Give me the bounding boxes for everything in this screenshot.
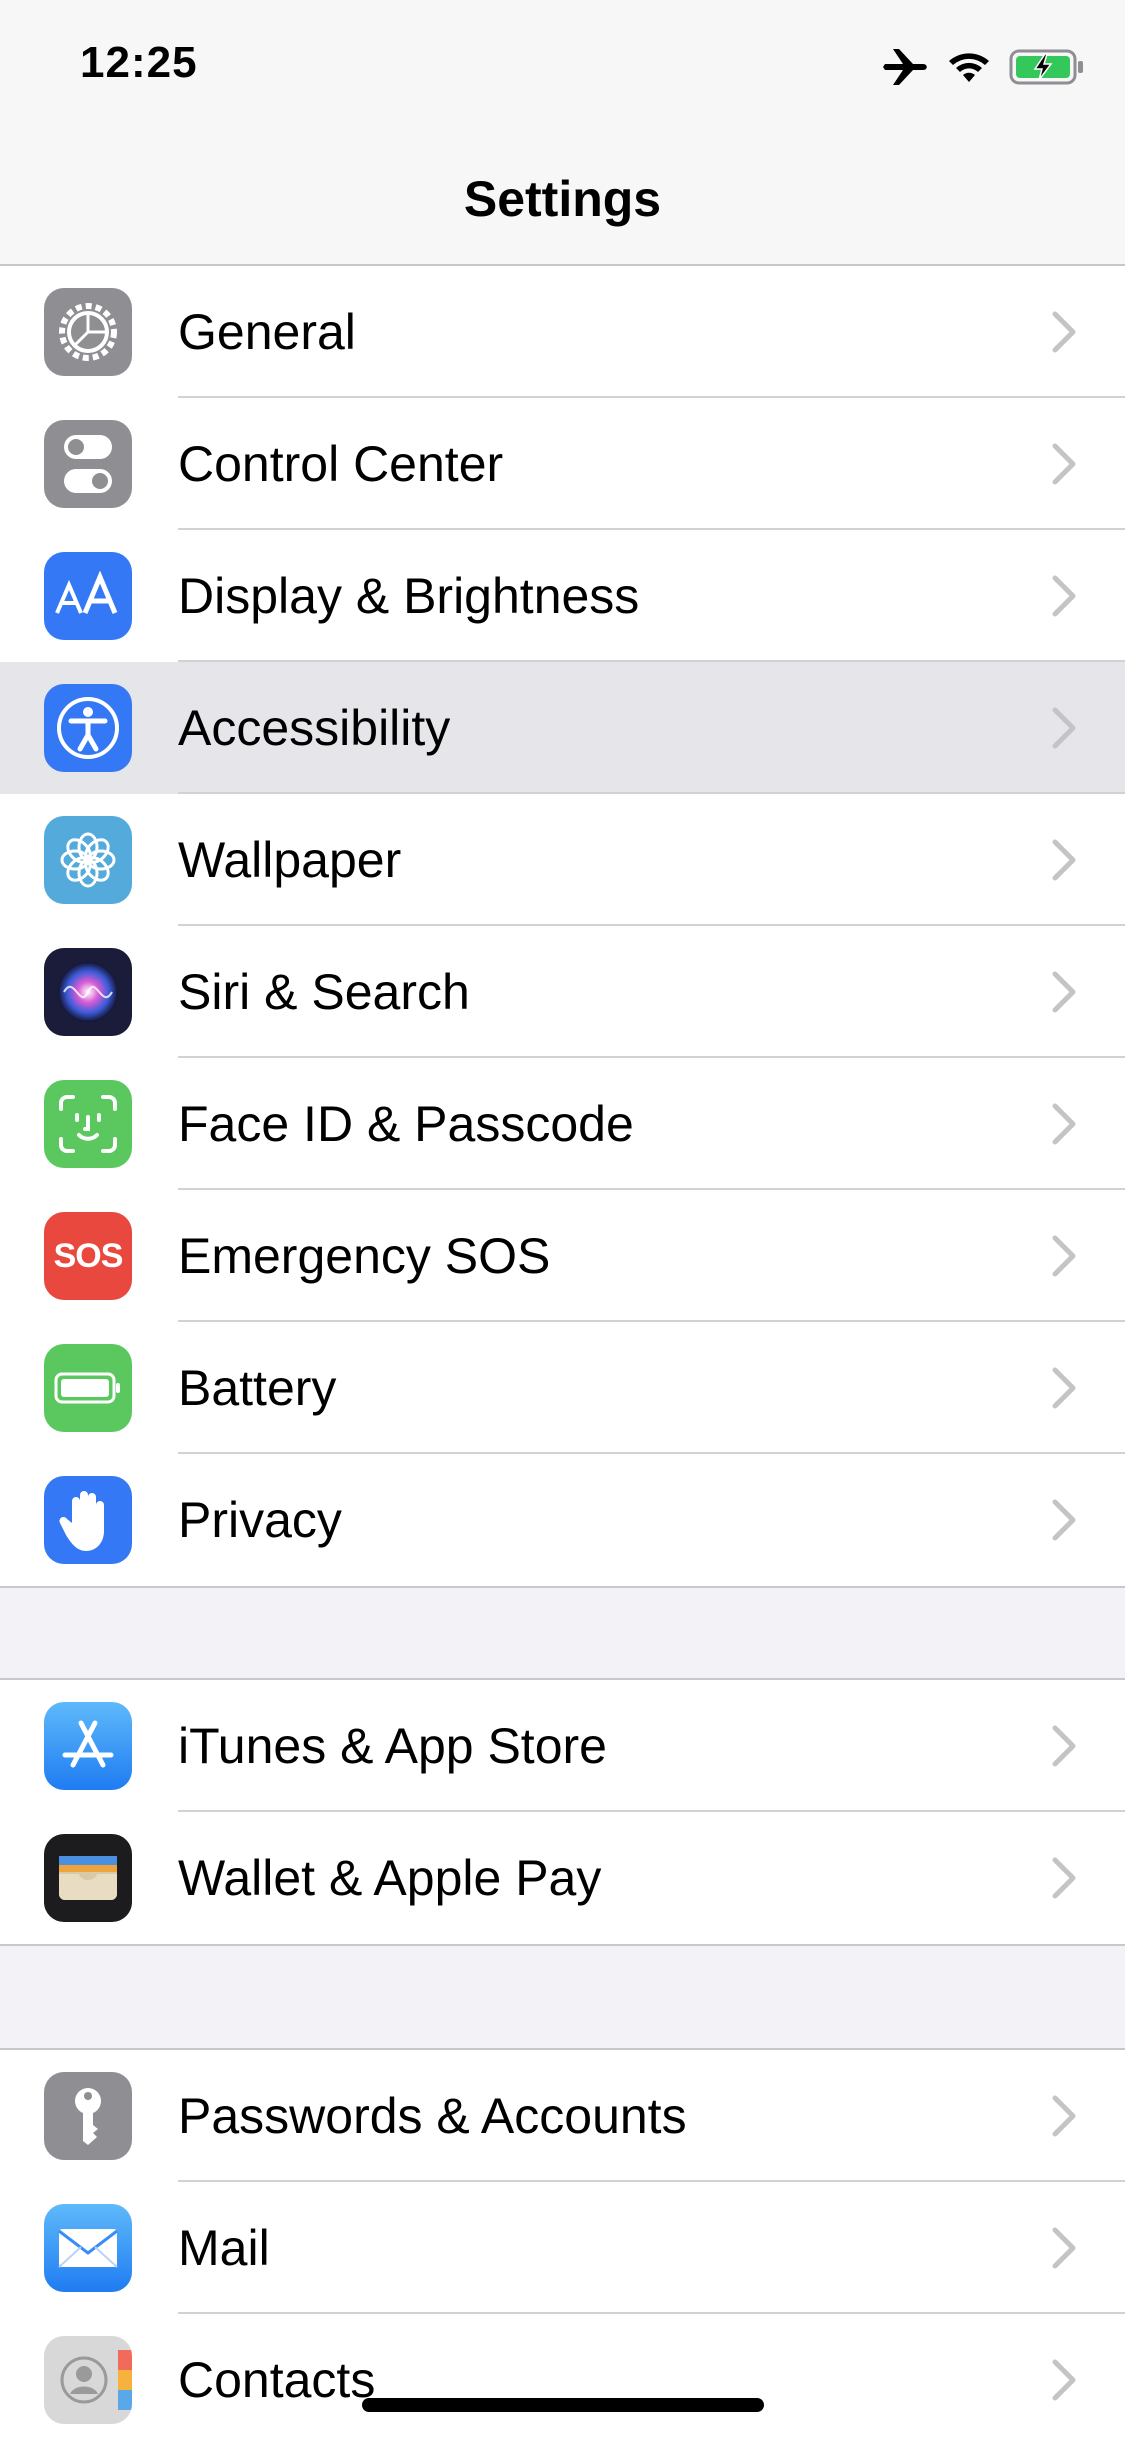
- row-label: Passwords & Accounts: [178, 2088, 687, 2144]
- home-indicator[interactable]: [362, 2398, 764, 2412]
- row-general[interactable]: General: [0, 266, 1125, 398]
- row-wallpaper[interactable]: Wallpaper: [0, 794, 1125, 926]
- key-icon: [44, 2072, 132, 2160]
- row-control-center[interactable]: Control Center: [0, 398, 1125, 530]
- chevron-right-icon: [1052, 1725, 1076, 1767]
- settings-group-2: iTunes & App Store Wallet & Apple Pay: [0, 1678, 1125, 1946]
- row-itunes-app-store[interactable]: iTunes & App Store: [0, 1680, 1125, 1812]
- chevron-right-icon: [1052, 707, 1076, 749]
- battery-icon: [44, 1344, 132, 1432]
- chevron-right-icon: [1052, 1857, 1076, 1899]
- chevron-right-icon: [1052, 2359, 1076, 2401]
- toggles-icon: [44, 420, 132, 508]
- status-time: 12:25: [80, 38, 198, 87]
- hand-icon: [44, 1476, 132, 1564]
- chevron-right-icon: [1052, 443, 1076, 485]
- airplane-icon: [883, 49, 927, 85]
- row-label: Battery: [178, 1360, 337, 1416]
- accessibility-icon: [44, 684, 132, 772]
- row-label: Privacy: [178, 1492, 342, 1548]
- text-size-icon: [44, 552, 132, 640]
- row-label: General: [178, 304, 356, 360]
- settings-group-3: Passwords & Accounts Mail Contacts: [0, 2048, 1125, 2446]
- battery-charging-icon: [1009, 49, 1083, 85]
- row-passwords-accounts[interactable]: Passwords & Accounts: [0, 2050, 1125, 2182]
- row-siri-search[interactable]: Siri & Search: [0, 926, 1125, 1058]
- row-label: Accessibility: [178, 700, 451, 756]
- status-bar: 12:25: [0, 0, 1125, 140]
- wifi-icon: [949, 53, 989, 82]
- row-label: iTunes & App Store: [178, 1718, 607, 1774]
- mail-icon: [44, 2204, 132, 2292]
- siri-icon: [44, 948, 132, 1036]
- chevron-right-icon: [1052, 2095, 1076, 2137]
- row-display-brightness[interactable]: Display & Brightness: [0, 530, 1125, 662]
- chevron-right-icon: [1052, 2227, 1076, 2269]
- chevron-right-icon: [1052, 575, 1076, 617]
- chevron-right-icon: [1052, 839, 1076, 881]
- row-accessibility[interactable]: Accessibility: [0, 662, 1125, 794]
- page-title: Settings: [463, 171, 662, 227]
- row-label: Display & Brightness: [178, 568, 640, 624]
- row-label: Contacts: [178, 2352, 376, 2408]
- chevron-right-icon: [1052, 1103, 1076, 1145]
- row-label: Face ID & Passcode: [178, 1096, 634, 1152]
- settings-group-1: General Control Center Display & Brightn…: [0, 264, 1125, 1588]
- row-contacts[interactable]: Contacts: [0, 2314, 1125, 2446]
- contacts-icon: [44, 2336, 132, 2424]
- chevron-right-icon: [1052, 1499, 1076, 1541]
- row-mail[interactable]: Mail: [0, 2182, 1125, 2314]
- row-label: Mail: [178, 2220, 270, 2276]
- row-face-id-passcode[interactable]: Face ID & Passcode: [0, 1058, 1125, 1190]
- row-emergency-sos[interactable]: SOS Emergency SOS: [0, 1190, 1125, 1322]
- app-store-icon: [44, 1702, 132, 1790]
- chevron-right-icon: [1052, 971, 1076, 1013]
- flower-icon: [44, 816, 132, 904]
- chevron-right-icon: [1052, 1235, 1076, 1277]
- chevron-right-icon: [1052, 311, 1076, 353]
- row-privacy[interactable]: Privacy: [0, 1454, 1125, 1586]
- status-icons: [883, 42, 1085, 92]
- wallet-icon: [44, 1834, 132, 1922]
- chevron-right-icon: [1052, 1367, 1076, 1409]
- row-label: Siri & Search: [178, 964, 470, 1020]
- row-label: Wallpaper: [178, 832, 402, 888]
- sos-icon: SOS: [44, 1212, 132, 1300]
- row-label: Wallet & Apple Pay: [178, 1850, 602, 1906]
- navigation-bar: Settings: [0, 140, 1125, 267]
- row-label: Control Center: [178, 436, 504, 492]
- gear-icon: [44, 288, 132, 376]
- row-wallet-apple-pay[interactable]: Wallet & Apple Pay: [0, 1812, 1125, 1944]
- face-id-icon: [44, 1080, 132, 1168]
- row-label: Emergency SOS: [178, 1228, 551, 1284]
- row-battery[interactable]: Battery: [0, 1322, 1125, 1454]
